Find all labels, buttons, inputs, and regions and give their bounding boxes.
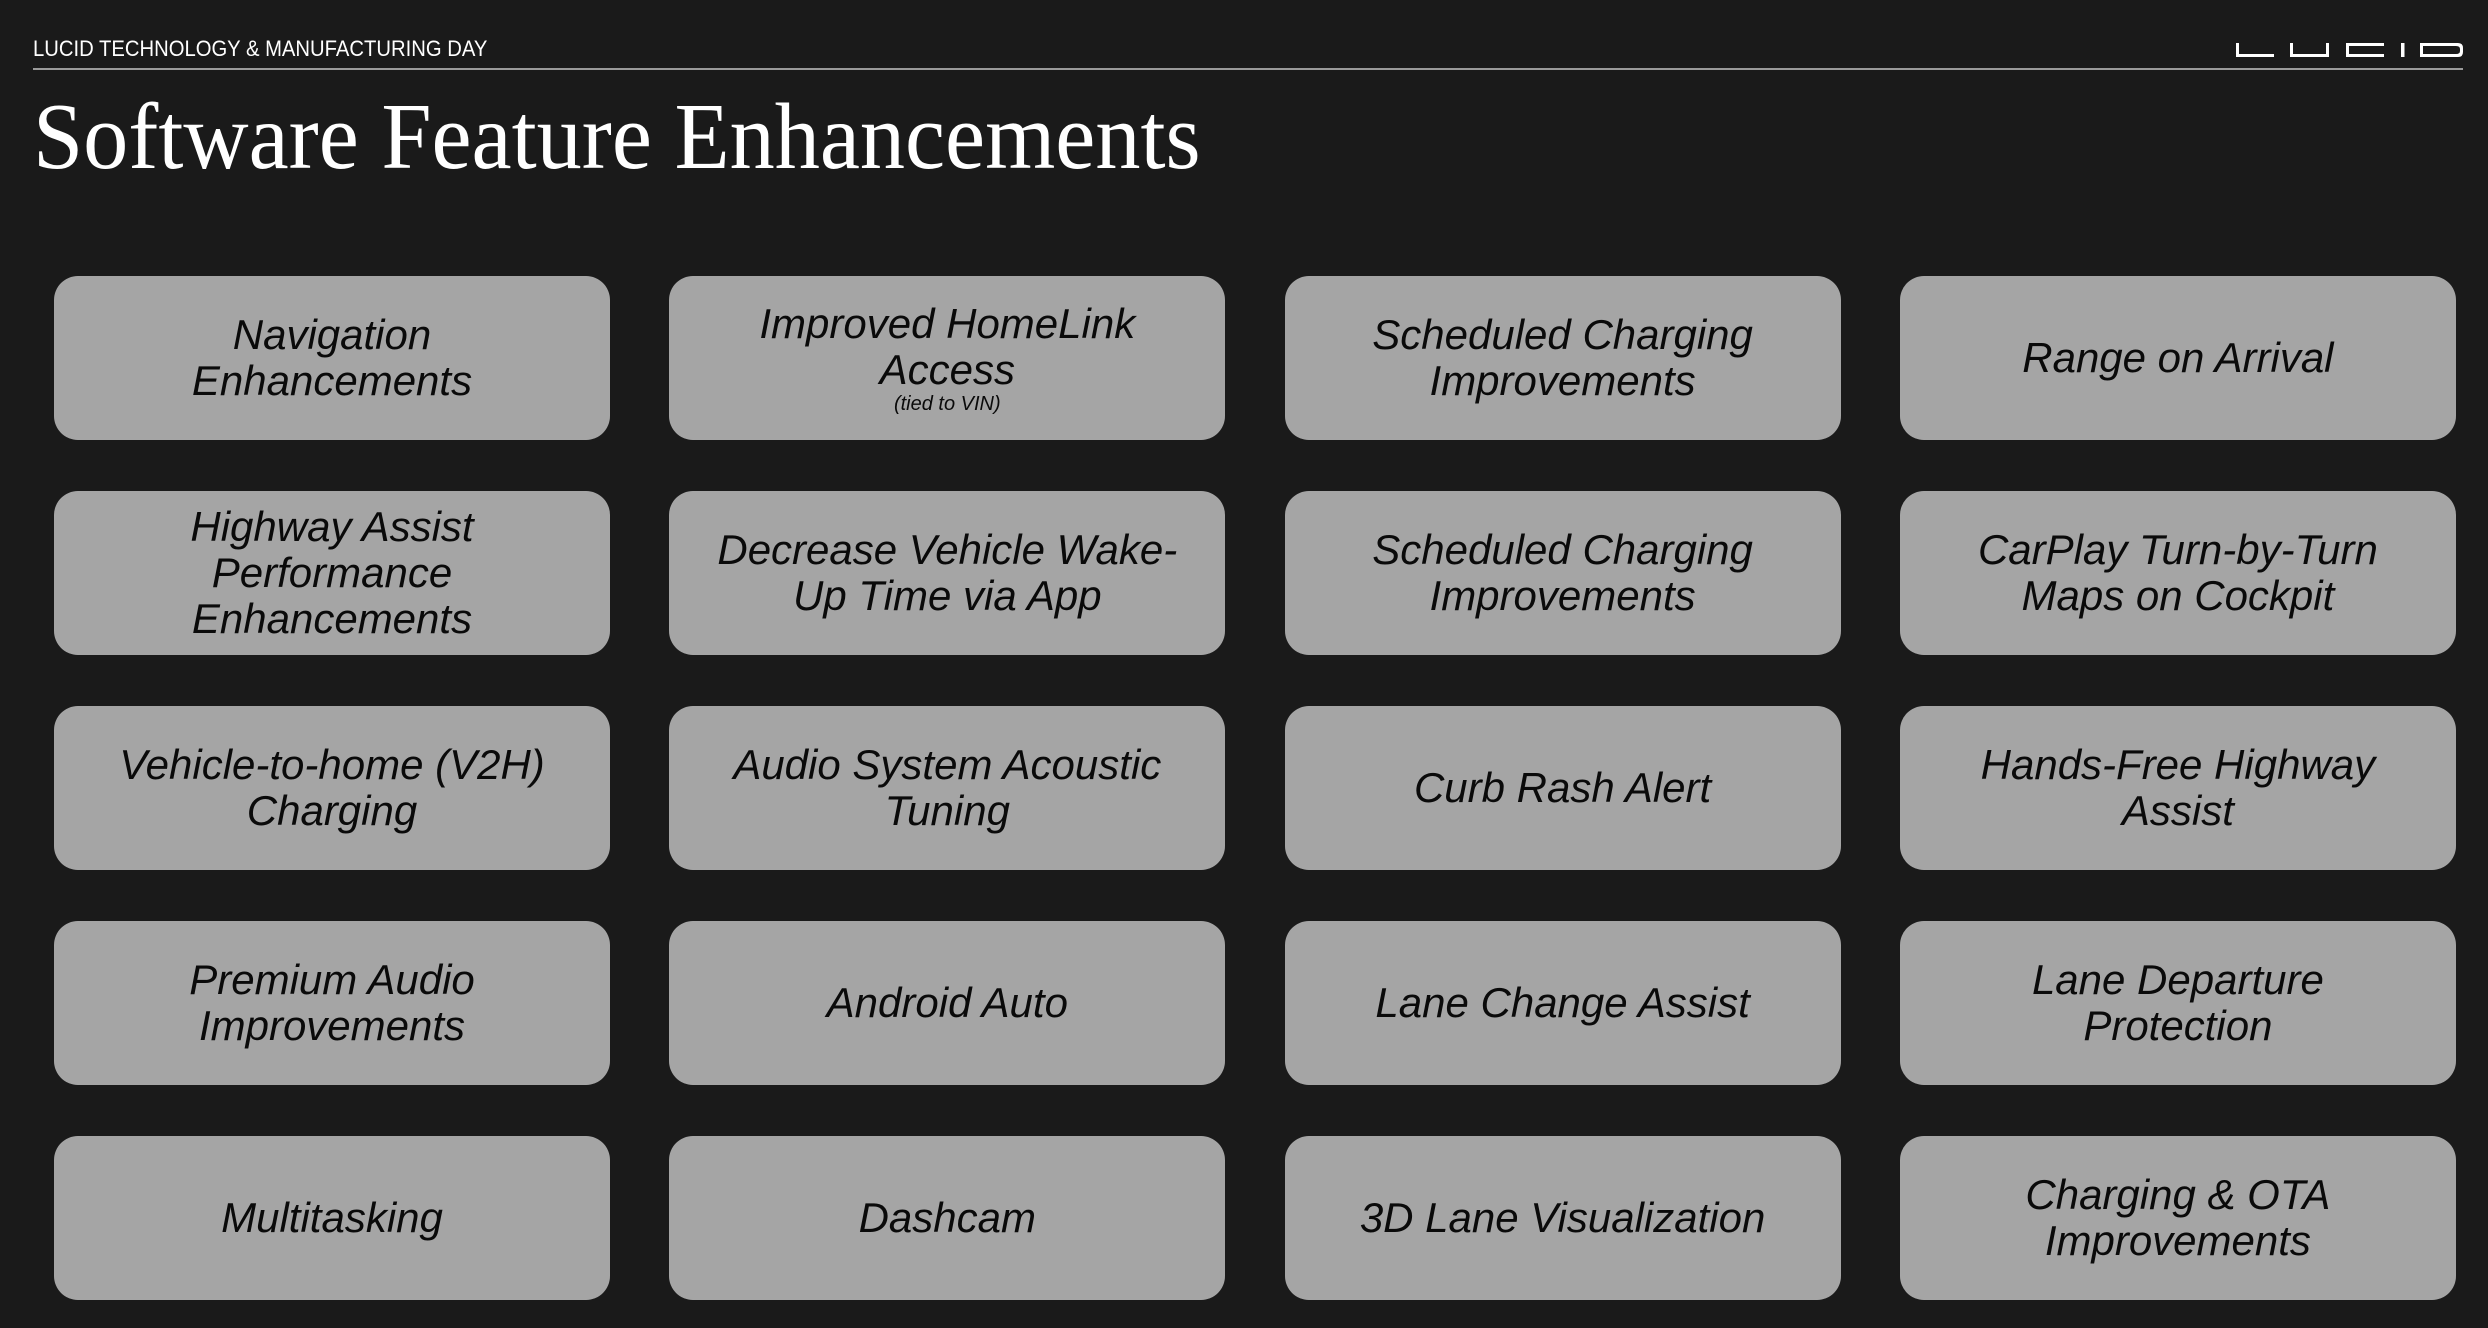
feature-title: Scheduled Charging Improvements (1372, 526, 1753, 619)
page-title: Software Feature Enhancements (33, 85, 1201, 189)
feature-title: Scheduled Charging Improvements (1372, 311, 1753, 404)
feature-card: Hands-Free Highway Assist (1899, 706, 2456, 870)
feature-title: Audio System Acoustic Tuning (733, 741, 1162, 834)
feature-card: Highway Assist Performance Enhancements (54, 491, 610, 655)
feature-card: CarPlay Turn-by-Turn Maps on Cockpit (1899, 491, 2456, 655)
feature-title: Lane Departure Protection (2031, 956, 2324, 1049)
feature-title: Lane Change Assist (1375, 979, 1750, 1026)
feature-card: Navigation Enhancements (54, 276, 610, 440)
feature-title: Improved HomeLink Access (759, 300, 1136, 393)
feature-title: Charging & OTA Improvements (2025, 1171, 2331, 1264)
feature-card: Improved HomeLink Access (tied to VIN) (669, 276, 1226, 440)
feature-title: CarPlay Turn-by-Turn Maps on Cockpit (1977, 526, 2378, 619)
header-divider (33, 68, 2463, 70)
feature-card: Scheduled Charging Improvements (1284, 491, 1841, 655)
feature-card: Charging & OTA Improvements (1899, 1136, 2456, 1300)
feature-card: Lane Change Assist (1284, 921, 1841, 1085)
feature-card: Multitasking (54, 1136, 610, 1300)
feature-title: Vehicle-to-home (V2H) Charging (119, 741, 545, 834)
feature-card: Vehicle-to-home (V2H) Charging (54, 706, 610, 870)
event-label: LUCID TECHNOLOGY & MANUFACTURING DAY (33, 36, 488, 61)
feature-note: (tied to VIN) (893, 393, 1001, 415)
feature-card: Premium Audio Improvements (54, 921, 610, 1085)
feature-card: 3D Lane Visualization (1284, 1136, 1841, 1300)
feature-title: 3D Lane Visualization (1359, 1194, 1766, 1241)
feature-title: Highway Assist Performance Enhancements (190, 503, 474, 642)
feature-title: Decrease Vehicle Wake- Up Time via App (717, 526, 1178, 619)
feature-card: Android Auto (669, 921, 1226, 1085)
lucid-logo-icon (2236, 43, 2463, 57)
feature-card: Decrease Vehicle Wake- Up Time via App (669, 491, 1226, 655)
feature-title: Range on Arrival (2022, 334, 2334, 381)
feature-card: Dashcam (669, 1136, 1226, 1300)
feature-title: Navigation Enhancements (191, 311, 473, 404)
feature-title: Dashcam (858, 1194, 1036, 1241)
feature-card: Curb Rash Alert (1284, 706, 1841, 870)
feature-title: Hands-Free Highway Assist (1980, 741, 2376, 834)
feature-card: Audio System Acoustic Tuning (669, 706, 1226, 870)
feature-title: Android Auto (826, 979, 1068, 1026)
feature-title: Multitasking (221, 1194, 443, 1241)
feature-grid: Navigation Enhancements Improved HomeLink… (54, 276, 2456, 1300)
feature-title: Curb Rash Alert (1413, 764, 1712, 811)
feature-card: Lane Departure Protection (1899, 921, 2456, 1085)
feature-title: Premium Audio Improvements (189, 956, 475, 1049)
feature-card: Scheduled Charging Improvements (1284, 276, 1841, 440)
feature-card: Range on Arrival (1899, 276, 2456, 440)
